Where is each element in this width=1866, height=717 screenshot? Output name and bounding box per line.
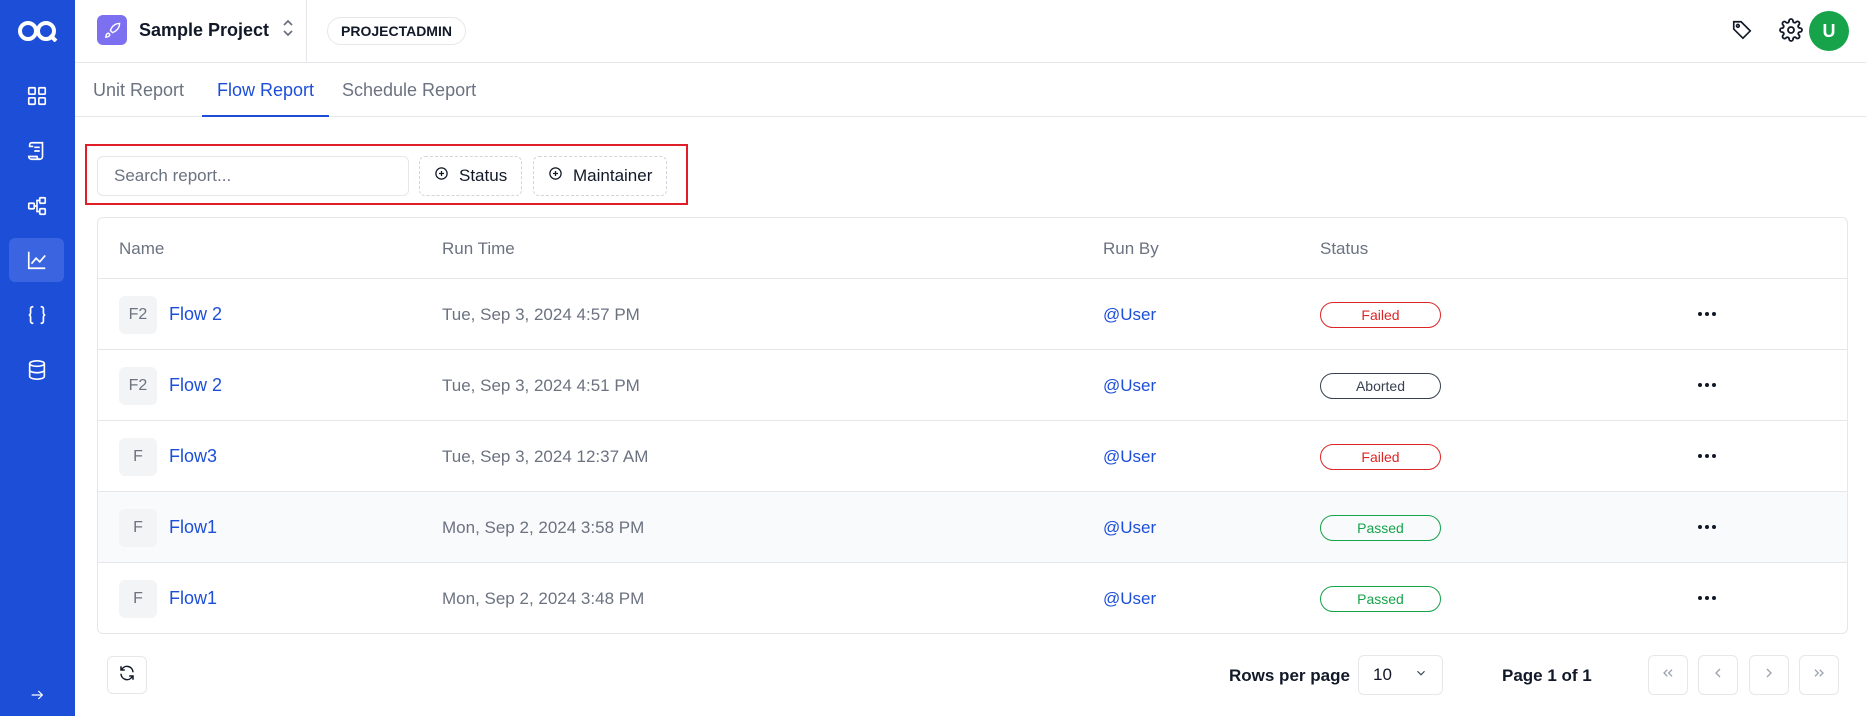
- chevrons-right-icon: [1811, 665, 1827, 686]
- status-filter-button[interactable]: Status: [419, 156, 523, 196]
- rows-per-page-value: 10: [1373, 665, 1392, 684]
- run-time: Tue, Sep 3, 2024 4:51 PM: [442, 376, 640, 395]
- more-actions-icon[interactable]: [1693, 514, 1721, 540]
- status-badge: Passed: [1320, 586, 1441, 612]
- flow-name-link[interactable]: Flow3: [169, 421, 217, 492]
- run-time: Mon, Sep 2, 2024 3:58 PM: [442, 518, 645, 537]
- scroll-icon[interactable]: [9, 129, 64, 173]
- chevron-left-icon: [1710, 665, 1726, 686]
- status-filter-label: Status: [459, 166, 508, 185]
- column-header-status[interactable]: Status: [1320, 218, 1368, 279]
- arrow-right-icon[interactable]: [9, 673, 64, 717]
- maintainer-filter-label: Maintainer: [573, 166, 653, 185]
- flow-initials: F: [119, 509, 157, 547]
- flow-icon[interactable]: [9, 184, 64, 228]
- run-time: Mon, Sep 2, 2024 3:48 PM: [442, 589, 645, 608]
- chevron-updown-icon: [281, 18, 295, 43]
- more-actions-icon[interactable]: [1693, 585, 1721, 611]
- run-by-link[interactable]: @User: [1103, 563, 1156, 633]
- status-badge: Passed: [1320, 515, 1441, 541]
- chart-icon[interactable]: [9, 238, 64, 282]
- flow-report-table: Name Run Time Run By Status F2 Flow 2 Tu…: [97, 217, 1848, 634]
- tab-unit-report[interactable]: Unit Report: [78, 63, 199, 117]
- plus-circle-icon: [548, 166, 563, 186]
- more-actions-icon[interactable]: [1693, 372, 1721, 398]
- table-row[interactable]: F2 Flow 2 Tue, Sep 3, 2024 4:51 PM @User…: [98, 350, 1847, 421]
- role-badge: PROJECTADMIN: [327, 17, 466, 45]
- tag-icon[interactable]: [1729, 17, 1755, 43]
- sidebar: [0, 0, 75, 716]
- table-row[interactable]: F Flow3 Tue, Sep 3, 2024 12:37 AM @User …: [98, 421, 1847, 492]
- page-indicator: Page 1 of 1: [1502, 666, 1592, 685]
- rows-per-page-label: Rows per page: [1229, 666, 1350, 685]
- flow-initials: F: [119, 580, 157, 618]
- braces-icon[interactable]: [9, 293, 64, 337]
- flow-initials: F2: [119, 296, 157, 334]
- aq-logo-icon[interactable]: [0, 0, 75, 62]
- flow-name-link[interactable]: Flow 2: [169, 350, 222, 421]
- rows-per-page-select[interactable]: 10: [1358, 655, 1443, 695]
- run-by-link[interactable]: @User: [1103, 492, 1156, 563]
- column-header-run-time[interactable]: Run Time: [442, 218, 515, 279]
- tab-flow-report[interactable]: Flow Report: [202, 63, 330, 117]
- gear-icon[interactable]: [1778, 17, 1804, 43]
- table-row[interactable]: F2 Flow 2 Tue, Sep 3, 2024 4:57 PM @User…: [98, 279, 1847, 350]
- flow-initials: F2: [119, 367, 157, 405]
- flow-name-link[interactable]: Flow 2: [169, 279, 222, 350]
- more-actions-icon[interactable]: [1693, 443, 1721, 469]
- chevron-down-icon: [1414, 665, 1428, 685]
- flow-initials: F: [119, 438, 157, 476]
- report-tabs: Unit Report Flow Report Schedule Report: [75, 63, 1866, 117]
- run-by-link[interactable]: @User: [1103, 279, 1156, 350]
- avatar[interactable]: U: [1809, 11, 1849, 51]
- plus-circle-icon: [434, 166, 449, 186]
- column-header-run-by[interactable]: Run By: [1103, 218, 1159, 279]
- divider: [306, 0, 307, 63]
- more-actions-icon[interactable]: [1693, 301, 1721, 327]
- refresh-icon: [118, 664, 136, 687]
- status-badge: Failed: [1320, 444, 1441, 470]
- first-page-button[interactable]: [1648, 655, 1688, 695]
- status-badge: Failed: [1320, 302, 1441, 328]
- dashboard-grid-icon[interactable]: [9, 74, 64, 118]
- previous-page-button[interactable]: [1698, 655, 1738, 695]
- last-page-button[interactable]: [1799, 655, 1839, 695]
- run-by-link[interactable]: @User: [1103, 350, 1156, 421]
- flow-name-link[interactable]: Flow1: [169, 563, 217, 633]
- table-row[interactable]: F Flow1 Mon, Sep 2, 2024 3:58 PM @User P…: [98, 492, 1847, 563]
- project-name: Sample Project: [139, 19, 270, 40]
- chevrons-left-icon: [1660, 665, 1676, 686]
- project-switcher[interactable]: Sample Project: [97, 15, 295, 45]
- rocket-icon: [97, 15, 127, 45]
- tab-schedule-report[interactable]: Schedule Report: [327, 63, 491, 117]
- run-time: Tue, Sep 3, 2024 4:57 PM: [442, 305, 640, 324]
- table-header: Name Run Time Run By Status: [98, 218, 1847, 279]
- top-bar: Sample Project PROJECTADMIN: [75, 0, 1866, 63]
- status-badge: Aborted: [1320, 373, 1441, 399]
- database-icon[interactable]: [9, 348, 64, 392]
- run-by-link[interactable]: @User: [1103, 421, 1156, 492]
- maintainer-filter-button[interactable]: Maintainer: [533, 156, 668, 196]
- table-row[interactable]: F Flow1 Mon, Sep 2, 2024 3:48 PM @User P…: [98, 563, 1847, 633]
- refresh-button[interactable]: [107, 656, 147, 694]
- search-input[interactable]: [97, 156, 409, 196]
- next-page-button[interactable]: [1749, 655, 1789, 695]
- column-header-name[interactable]: Name: [119, 218, 164, 279]
- chevron-right-icon: [1761, 665, 1777, 686]
- flow-name-link[interactable]: Flow1: [169, 492, 217, 563]
- run-time: Tue, Sep 3, 2024 12:37 AM: [442, 447, 649, 466]
